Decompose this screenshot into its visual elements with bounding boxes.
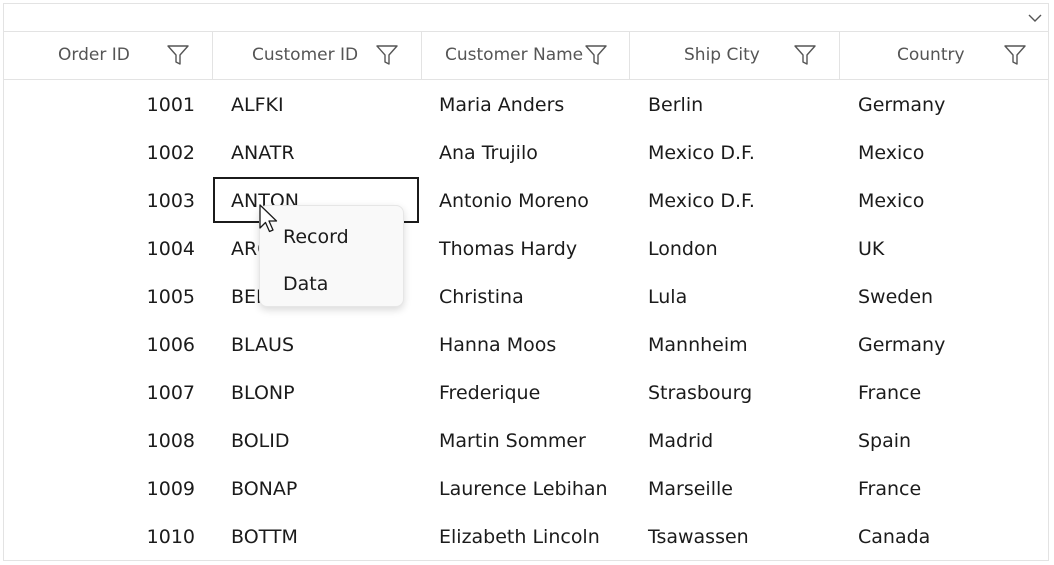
column-header-customer-name[interactable]: Customer Name — [422, 32, 630, 79]
cell-ship-city[interactable]: Mannheim — [648, 321, 748, 369]
cell-ship-city[interactable]: Marseille — [648, 465, 733, 513]
cell-order-id[interactable]: 1010 — [4, 513, 195, 560]
table-row[interactable]: 1008 BOLID Martin Sommer Madrid Spain — [4, 417, 1048, 465]
context-menu-item-record[interactable]: Record — [260, 214, 403, 260]
table-row[interactable]: 1010 BOTTM Elizabeth Lincoln Tsawassen C… — [4, 513, 1048, 560]
cell-ship-city[interactable]: Mexico D.F. — [648, 129, 755, 177]
cell-order-id[interactable]: 1001 — [4, 81, 195, 129]
grid-toolbar — [4, 4, 1048, 32]
cell-ship-city[interactable]: Madrid — [648, 417, 713, 465]
cell-order-id[interactable]: 1009 — [4, 465, 195, 513]
cell-customer-name[interactable]: Christina — [439, 273, 524, 321]
filter-icon[interactable] — [794, 44, 816, 66]
cell-customer-name[interactable]: Hanna Moos — [439, 321, 556, 369]
cell-country[interactable]: France — [858, 465, 921, 513]
cell-country[interactable]: Germany — [858, 81, 945, 129]
cell-customer-name[interactable]: Frederique — [439, 369, 540, 417]
cell-order-id[interactable]: 1002 — [4, 129, 195, 177]
data-grid: Order ID Customer ID Customer Name Ship … — [3, 3, 1049, 561]
cell-customer-id[interactable]: BONAP — [231, 465, 297, 513]
cell-order-id[interactable]: 1007 — [4, 369, 195, 417]
cell-customer-name[interactable]: Thomas Hardy — [439, 225, 577, 273]
cell-customer-id[interactable]: BLONP — [231, 369, 295, 417]
cell-country[interactable]: Spain — [858, 417, 911, 465]
table-row[interactable]: 1007 BLONP Frederique Strasbourg France — [4, 369, 1048, 417]
table-row[interactable]: 1001 ALFKI Maria Anders Berlin Germany — [4, 81, 1048, 129]
cell-country[interactable]: Mexico — [858, 129, 924, 177]
cell-country[interactable]: France — [858, 369, 921, 417]
cell-customer-name[interactable]: Antonio Moreno — [439, 177, 589, 225]
column-header-customer-id[interactable]: Customer ID — [213, 32, 422, 79]
cell-customer-name[interactable]: Martin Sommer — [439, 417, 586, 465]
column-header-label: Customer Name — [445, 45, 584, 65]
cell-ship-city[interactable]: Tsawassen — [648, 513, 749, 560]
cell-customer-id[interactable]: ALFKI — [231, 81, 284, 129]
cell-country[interactable]: Germany — [858, 321, 945, 369]
table-row[interactable]: 1002 ANATR Ana Trujilo Mexico D.F. Mexic… — [4, 129, 1048, 177]
column-header-label: Order ID — [58, 45, 130, 65]
cell-order-id[interactable]: 1005 — [4, 273, 195, 321]
column-header-order-id[interactable]: Order ID — [4, 32, 213, 79]
cell-customer-id[interactable]: BLAUS — [231, 321, 294, 369]
mouse-pointer-icon — [259, 204, 278, 233]
cell-ship-city[interactable]: Lula — [648, 273, 687, 321]
cell-customer-name[interactable]: Ana Trujilo — [439, 129, 538, 177]
cell-ship-city[interactable]: Mexico D.F. — [648, 177, 755, 225]
cell-country[interactable]: Sweden — [858, 273, 933, 321]
cell-order-id[interactable]: 1003 — [4, 177, 195, 225]
cell-customer-name[interactable]: Laurence Lebihan — [439, 465, 608, 513]
cell-ship-city[interactable]: London — [648, 225, 718, 273]
context-menu-item-data[interactable]: Data — [260, 261, 403, 307]
table-row[interactable]: 1006 BLAUS Hanna Moos Mannheim Germany — [4, 321, 1048, 369]
cell-customer-name[interactable]: Maria Anders — [439, 81, 564, 129]
grid-header: Order ID Customer ID Customer Name Ship … — [4, 32, 1048, 80]
column-header-ship-city[interactable]: Ship City — [630, 32, 840, 79]
context-menu: Record Data — [259, 205, 404, 307]
filter-icon[interactable] — [585, 44, 607, 66]
cell-customer-id[interactable]: ANATR — [231, 129, 295, 177]
table-row[interactable]: 1003 ANTON Antonio Moreno Mexico D.F. Me… — [4, 177, 1048, 225]
cell-order-id[interactable]: 1004 — [4, 225, 195, 273]
cell-order-id[interactable]: 1006 — [4, 321, 195, 369]
cell-country[interactable]: UK — [858, 225, 884, 273]
cell-country[interactable]: Mexico — [858, 177, 924, 225]
column-header-label: Customer ID — [252, 45, 359, 65]
cell-ship-city[interactable]: Strasbourg — [648, 369, 752, 417]
table-row[interactable]: 1005 BERGS Christina Lula Sweden — [4, 273, 1048, 321]
table-row[interactable]: 1004 AROUT Thomas Hardy London UK — [4, 225, 1048, 273]
column-header-label: Country — [897, 45, 965, 65]
cell-order-id[interactable]: 1008 — [4, 417, 195, 465]
filter-icon[interactable] — [1004, 44, 1026, 66]
table-row[interactable]: 1009 BONAP Laurence Lebihan Marseille Fr… — [4, 465, 1048, 513]
column-header-label: Ship City — [684, 45, 760, 65]
chevron-down-icon[interactable] — [1026, 9, 1044, 27]
filter-icon[interactable] — [376, 44, 398, 66]
cell-country[interactable]: Canada — [858, 513, 930, 560]
cell-customer-id[interactable]: BOLID — [231, 417, 289, 465]
cell-customer-name[interactable]: Elizabeth Lincoln — [439, 513, 600, 560]
cell-ship-city[interactable]: Berlin — [648, 81, 703, 129]
cell-customer-id[interactable]: BOTTM — [231, 513, 298, 560]
column-header-country[interactable]: Country — [840, 32, 1048, 79]
filter-icon[interactable] — [167, 44, 189, 66]
